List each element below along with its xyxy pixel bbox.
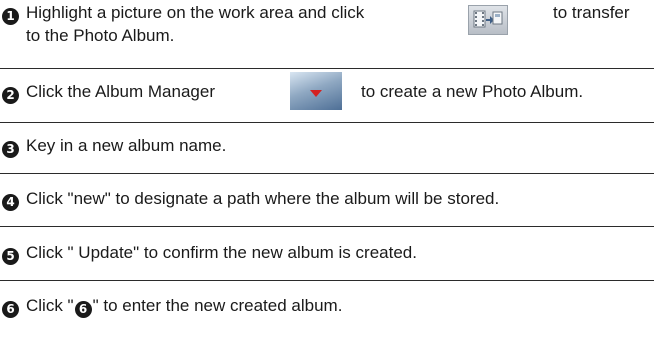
inline-step-number-badge: 6 [74, 301, 92, 318]
divider [0, 226, 654, 227]
step-2-text-before: Click the Album Manager [26, 82, 215, 101]
step-6-text-before: Click " [26, 296, 74, 315]
step-6-line: 6 Click " 6 " to enter the new created albu… [2, 295, 654, 318]
step-1-line-2: to the Photo Album. [26, 26, 175, 45]
step-number-badge: 4 [2, 194, 19, 211]
step-1-text-after: to transfer [553, 3, 630, 22]
step-3-text: Key in a new album name. [26, 136, 227, 155]
step-6: 6 Click " 6 " to enter the new created albu… [0, 295, 654, 318]
instruction-steps: 1 Highlight a picture on the work area an… [0, 0, 654, 343]
step-number-badge: 3 [2, 141, 19, 158]
step-3-line: 3 Key in a new album name. [2, 135, 654, 158]
step-6-text-after: " to enter the new created album. [92, 296, 343, 315]
step-5: 5 Click " Update" to confirm the new albu… [0, 242, 654, 265]
divider [0, 68, 654, 69]
step-4-line: 4 Click "new" to designate a path where t… [2, 188, 654, 211]
step-3: 3 Key in a new album name. [0, 135, 654, 158]
step-5-text: Click " Update" to confirm the new album… [26, 243, 417, 262]
step-number-badge: 2 [2, 87, 19, 104]
step-1-text-before: Highlight a picture on the work area and… [26, 3, 365, 22]
album-manager-icon [290, 72, 342, 110]
step-2-text-after: to create a new Photo Album. [361, 82, 584, 101]
step-4-text: Click "new" to designate a path where th… [26, 189, 500, 208]
divider [0, 122, 654, 123]
divider [0, 173, 654, 174]
divider [0, 280, 654, 281]
transfer-to-album-icon [468, 5, 508, 35]
step-4: 4 Click "new" to designate a path where t… [0, 188, 654, 211]
step-number-badge: 6 [2, 301, 19, 318]
step-5-line: 5 Click " Update" to confirm the new albu… [2, 242, 654, 265]
step-number-badge: 5 [2, 248, 19, 265]
step-number-badge: 1 [2, 8, 19, 25]
